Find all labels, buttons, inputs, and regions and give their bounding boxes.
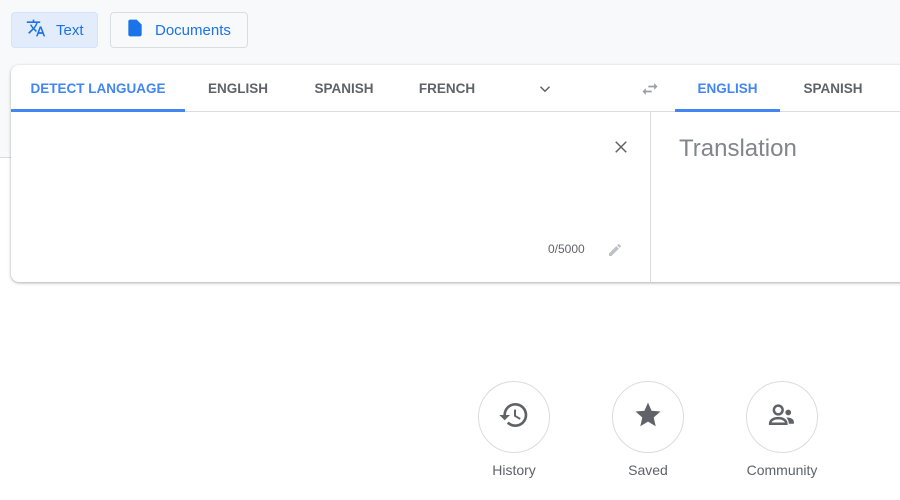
text-mode-button[interactable]: Text [11,12,98,48]
tab-target-spanish[interactable]: SPANISH [780,65,886,112]
saved-button[interactable] [612,381,684,453]
document-icon [125,18,145,42]
tab-source-english[interactable]: ENGLISH [185,65,291,112]
text-mode-label: Text [56,21,84,39]
documents-mode-label: Documents [155,21,231,39]
star-icon [633,400,663,435]
community-label: Community [746,462,818,478]
tab-target-english[interactable]: ENGLISH [675,65,780,112]
community-icon [767,400,797,435]
language-tabs: DETECT LANGUAGE ENGLISH SPANISH FRENCH E… [11,65,900,112]
translation-card: DETECT LANGUAGE ENGLISH SPANISH FRENCH E… [11,65,900,282]
chevron-down-icon[interactable] [531,76,559,102]
clear-source-icon[interactable] [609,135,633,159]
translate-icon [26,18,46,42]
documents-mode-button[interactable]: Documents [110,12,248,48]
history-icon [498,399,530,436]
swap-languages-icon[interactable] [636,76,664,102]
source-text-input[interactable] [27,125,587,225]
history-button[interactable] [478,381,550,453]
history-label: History [492,462,536,478]
tab-source-spanish[interactable]: SPANISH [291,65,397,112]
panel-divider [650,112,651,282]
tab-detect-language[interactable]: DETECT LANGUAGE [11,65,185,112]
tab-source-french[interactable]: FRENCH [397,65,497,112]
pencil-icon[interactable] [605,240,625,260]
character-count: 0/5000 [548,242,585,256]
saved-label: Saved [628,462,668,478]
community-button[interactable] [746,381,818,453]
translation-output: Translation [679,135,797,162]
